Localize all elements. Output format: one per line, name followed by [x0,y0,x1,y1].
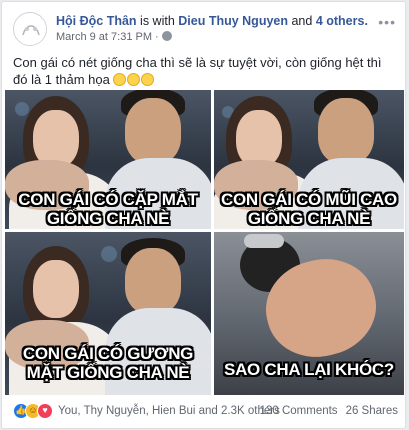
timestamp-link[interactable]: March 9 at 7:31 PM [56,31,152,43]
with-text: is with [140,14,175,28]
post-caption: Con gái có nét giống cha thì sẽ là sự tu… [13,54,398,88]
caption-line: CON GÁI CÓ GƯƠNG [22,344,194,363]
globe-icon[interactable] [161,31,172,41]
love-icon: ♥ [37,403,53,419]
meme-image[interactable]: CON GÁI CÓ CẶP MẮT GIỐNG CHA NÈ CON GÁI … [5,90,404,395]
page-avatar[interactable] [13,12,47,46]
logo-icon [15,14,46,45]
caption-text: Con gái có nét giống cha thì sẽ là sự tu… [13,55,382,87]
grinning-face-emoji [141,73,155,86]
post-meta: March 9 at 7:31 PM · [56,31,172,43]
caption-line: GIỐNG CHA NÈ [247,209,371,228]
meme-panel-4: SAO CHA LẠI KHÓC? [214,232,404,395]
facebook-post: Hội Độc Thân is with Dieu Thuy Nguyen an… [1,1,406,429]
post-header: Hội Độc Thân is with Dieu Thuy Nguyen an… [13,12,398,46]
meme-panel-1: CON GÁI CÓ CẶP MẮT GIỐNG CHA NÈ [5,90,211,229]
author-link[interactable]: Hội Độc Thân [56,14,137,28]
meta-separator: · [155,31,159,43]
and-text: and [291,14,313,28]
caption-line: CON GÁI CÓ MŨI CAO [221,190,397,209]
grinning-face-emoji [113,73,127,86]
tagged-user-link[interactable]: Dieu Thuy Nguyen [178,14,288,28]
hair-bow [244,234,284,248]
meme-panel-2: CON GÁI CÓ MŨI CAO GIỐNG CHA NÈ [214,90,404,229]
others-link[interactable]: 4 others. [316,14,368,28]
caption-line: CON GÁI CÓ CẶP MẮT [18,190,198,209]
engagement-counts: 130 Comments 26 Shares [260,405,398,417]
meme-caption-2: CON GÁI CÓ MŨI CAO GIỐNG CHA NÈ [214,190,404,228]
meme-caption-4: SAO CHA LẠI KHÓC? [214,360,404,379]
post-footer: 👍 ☺ ♥ You, Thy Nguyễn, Hien Bui and 2.3K… [13,403,398,421]
caption-line: GIỐNG CHA NÈ [46,209,170,228]
meme-panel-3: CON GÁI CÓ GƯƠNG MẶT GIỐNG CHA NÈ [5,232,211,395]
caption-line: MẶT GIỐNG CHA NÈ [26,363,190,382]
meme-caption-1: CON GÁI CÓ CẶP MẮT GIỐNG CHA NÈ [5,190,211,228]
post-title: Hội Độc Thân is with Dieu Thuy Nguyen an… [56,14,368,28]
caption-line: SAO CHA LẠI KHÓC? [224,360,394,379]
shares-count-link[interactable]: 26 Shares [346,405,398,417]
comments-count-link[interactable]: 130 Comments [260,405,338,417]
grinning-face-emoji [127,73,141,86]
meme-caption-3: CON GÁI CÓ GƯƠNG MẶT GIỐNG CHA NÈ [5,344,211,382]
more-options-icon[interactable]: ••• [378,14,396,30]
reactors-link[interactable]: You, Thy Nguyễn, Hien Bui and 2.3K other… [58,405,280,417]
